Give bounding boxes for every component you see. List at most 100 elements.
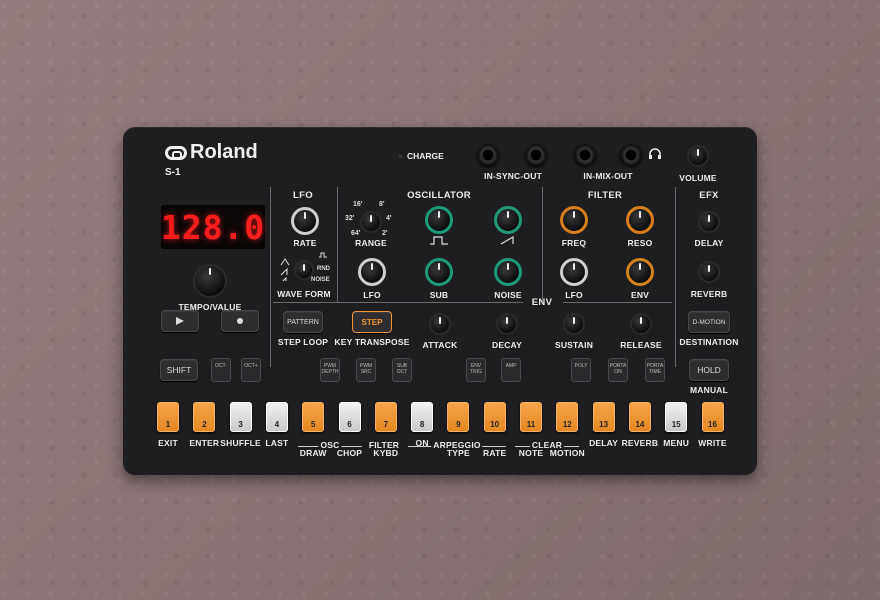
reverb-knob[interactable]	[698, 261, 720, 283]
filter-freq-knob[interactable]	[560, 206, 588, 234]
tiny-button-9[interactable]: PORTA TIME	[645, 358, 665, 382]
reverb-label: REVERB	[690, 289, 728, 299]
charge-led	[398, 154, 403, 159]
tiny-button-7[interactable]: POLY	[571, 358, 591, 382]
tiny-button-8[interactable]: PORTA ON	[608, 358, 628, 382]
step-button-14[interactable]: 14	[628, 402, 651, 432]
pattern-button[interactable]: PATTERN	[283, 311, 323, 333]
step-button-16[interactable]: 16	[701, 402, 724, 432]
sustain-knob[interactable]	[563, 313, 585, 335]
divider	[563, 302, 672, 303]
efx-header: EFX	[699, 190, 719, 201]
tiny-button-0[interactable]: OCT-	[211, 358, 231, 382]
sync-out-jack[interactable]	[525, 144, 547, 166]
range-mark-64: 64'	[351, 230, 361, 237]
attack-label: ATTACK	[422, 340, 458, 350]
noise-label: NOISE	[494, 290, 522, 300]
step-button-15[interactable]: 15	[665, 402, 688, 432]
filter-reso-knob[interactable]	[626, 206, 654, 234]
range-knob[interactable]	[360, 211, 382, 233]
mix-in-jack[interactable]	[574, 144, 596, 166]
sustain-label: SUSTAIN	[554, 340, 594, 350]
env-header: ENV	[531, 297, 553, 308]
play-icon	[176, 317, 184, 325]
lfo-rate-label: RATE	[293, 238, 317, 248]
filter-env-label: ENV	[630, 290, 650, 300]
step-button-12[interactable]: 12	[556, 402, 579, 432]
lfo-rate-knob[interactable]	[291, 207, 319, 235]
key-transpose-label: KEY TRANSPOSE	[334, 337, 410, 347]
step-button-10[interactable]: 10	[483, 402, 506, 432]
step-button-7[interactable]: 7	[374, 402, 397, 432]
release-knob[interactable]	[630, 313, 652, 335]
delay-label: DELAY	[694, 238, 724, 248]
filter-group-label: FILTER	[366, 440, 402, 450]
step-button-6[interactable]: 6	[338, 402, 361, 432]
tiny-button-4[interactable]: SUB OCT	[392, 358, 412, 382]
saw-wave-icon	[500, 236, 514, 245]
tiny-button-1[interactable]: OCT+	[241, 358, 261, 382]
osc-lfo-knob[interactable]	[358, 258, 386, 286]
step-label-2: ENTER	[189, 438, 220, 448]
step-label-10: RATE	[483, 448, 507, 458]
lfo-header: LFO	[293, 190, 313, 201]
arpeggio-group-label: ARPEGGIO	[431, 440, 483, 450]
delay-knob[interactable]	[698, 211, 720, 233]
step-button-2[interactable]: 2	[193, 402, 216, 432]
step-button-11[interactable]: 11	[520, 402, 542, 432]
shift-button[interactable]: SHIFT	[160, 359, 198, 381]
noise-knob[interactable]	[494, 258, 522, 286]
step-button-5[interactable]: 5	[302, 402, 325, 432]
tiny-button-6[interactable]: AMP	[501, 358, 521, 382]
range-mark-32: 32'	[345, 215, 355, 222]
destination-label: DESTINATION	[679, 337, 739, 347]
roland-mark-icon	[165, 145, 187, 160]
volume-label: VOLUME	[679, 173, 717, 183]
hold-button[interactable]: HOLD	[689, 359, 729, 381]
volume-knob[interactable]	[687, 145, 709, 167]
filter-reso-label: RESO	[627, 238, 653, 248]
sync-in-jack[interactable]	[477, 144, 499, 166]
step-button-1[interactable]: 1	[157, 402, 179, 432]
step-button-8[interactable]: 8	[411, 402, 434, 432]
decay-knob[interactable]	[496, 313, 518, 335]
range-mark-4: 4'	[386, 215, 392, 222]
filter-lfo-label: LFO	[565, 290, 583, 300]
mix-label: IN-MIX-OUT	[583, 171, 633, 181]
headphone-icon	[649, 148, 661, 159]
model-name: S-1	[165, 167, 181, 178]
step-label-14: REVERB	[621, 438, 659, 448]
clear-group-label: CLEAR	[529, 440, 565, 450]
mix-out-jack[interactable]	[620, 144, 642, 166]
step-label-13: DELAY	[589, 438, 619, 448]
wave-rnd-mark: RND	[317, 266, 330, 272]
range-mark-2: 2'	[382, 230, 388, 237]
d-motion-button[interactable]: D-MOTION	[688, 311, 730, 333]
step-button-4[interactable]: 4	[265, 402, 288, 432]
divider	[273, 302, 523, 303]
step-button-3[interactable]: 3	[229, 402, 252, 432]
filter-header: FILTER	[587, 190, 623, 201]
osc-saw-knob[interactable]	[494, 206, 522, 234]
filter-env-knob[interactable]	[626, 258, 654, 286]
osc-lfo-label: LFO	[363, 290, 381, 300]
step-button[interactable]: STEP	[352, 311, 392, 333]
sub-knob[interactable]	[425, 258, 453, 286]
filter-lfo-knob[interactable]	[560, 258, 588, 286]
tiny-button-2[interactable]: PWM DEPTH	[320, 358, 340, 382]
divider	[542, 187, 543, 302]
record-button[interactable]	[221, 310, 259, 332]
charge-label: CHARGE	[407, 151, 444, 161]
step-label-16: WRITE	[698, 438, 727, 448]
step-button-9[interactable]: 9	[447, 402, 470, 432]
tiny-button-3[interactable]: PWM SRC	[356, 358, 376, 382]
tiny-button-5[interactable]: ENV TRIG	[466, 358, 486, 382]
step-label-15: MENU	[663, 438, 690, 448]
tempo-value-knob[interactable]	[193, 264, 227, 298]
attack-knob[interactable]	[429, 313, 451, 335]
play-button[interactable]	[161, 310, 199, 332]
step-label-1: EXIT	[158, 438, 178, 448]
step-button-13[interactable]: 13	[592, 402, 615, 432]
wave-noise-mark: NOISE	[311, 277, 330, 283]
osc-pulse-knob[interactable]	[425, 206, 453, 234]
